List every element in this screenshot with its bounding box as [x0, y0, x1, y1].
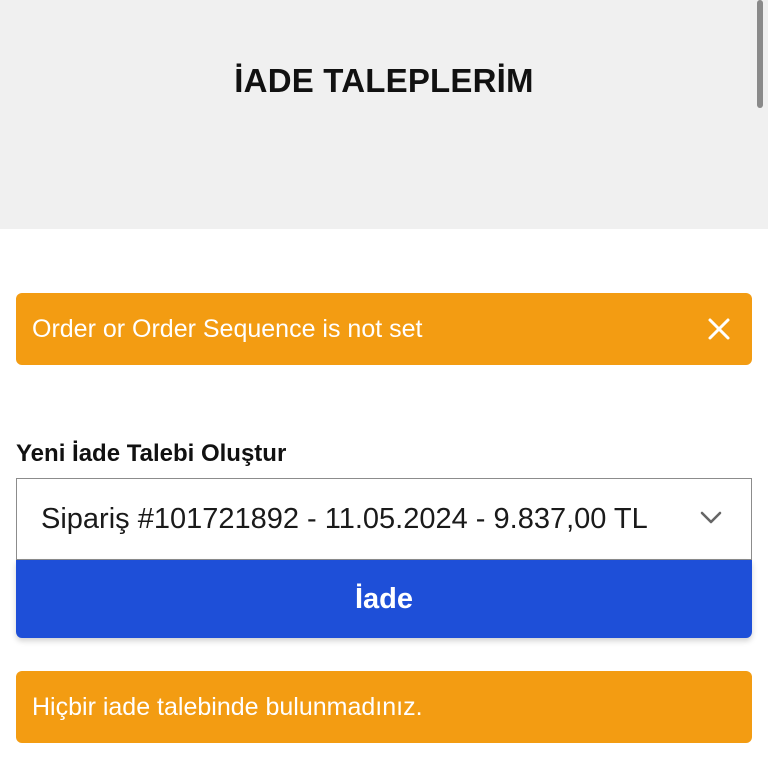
- page-title: İADE TALEPLERİM: [234, 62, 534, 99]
- return-submit-button[interactable]: İade: [16, 560, 752, 638]
- new-return-label: Yeni İade Talebi Oluştur: [16, 440, 287, 467]
- close-icon[interactable]: [706, 316, 732, 342]
- error-alert-message: Order or Order Sequence is not set: [32, 314, 423, 343]
- scrollbar[interactable]: [757, 0, 763, 108]
- chevron-down-icon: [700, 511, 722, 524]
- page-header: İADE TALEPLERİM: [0, 0, 768, 229]
- info-alert: Hiçbir iade talebinde bulunmadınız.: [16, 671, 752, 743]
- returns-page: İADE TALEPLERİM Order or Order Sequence …: [0, 0, 768, 768]
- error-alert: Order or Order Sequence is not set: [16, 293, 752, 365]
- order-select[interactable]: Sipariş #101721892 - 11.05.2024 - 9.837,…: [16, 478, 752, 560]
- info-alert-message: Hiçbir iade talebinde bulunmadınız.: [32, 692, 423, 721]
- order-select-value: Sipariş #101721892 - 11.05.2024 - 9.837,…: [41, 502, 648, 535]
